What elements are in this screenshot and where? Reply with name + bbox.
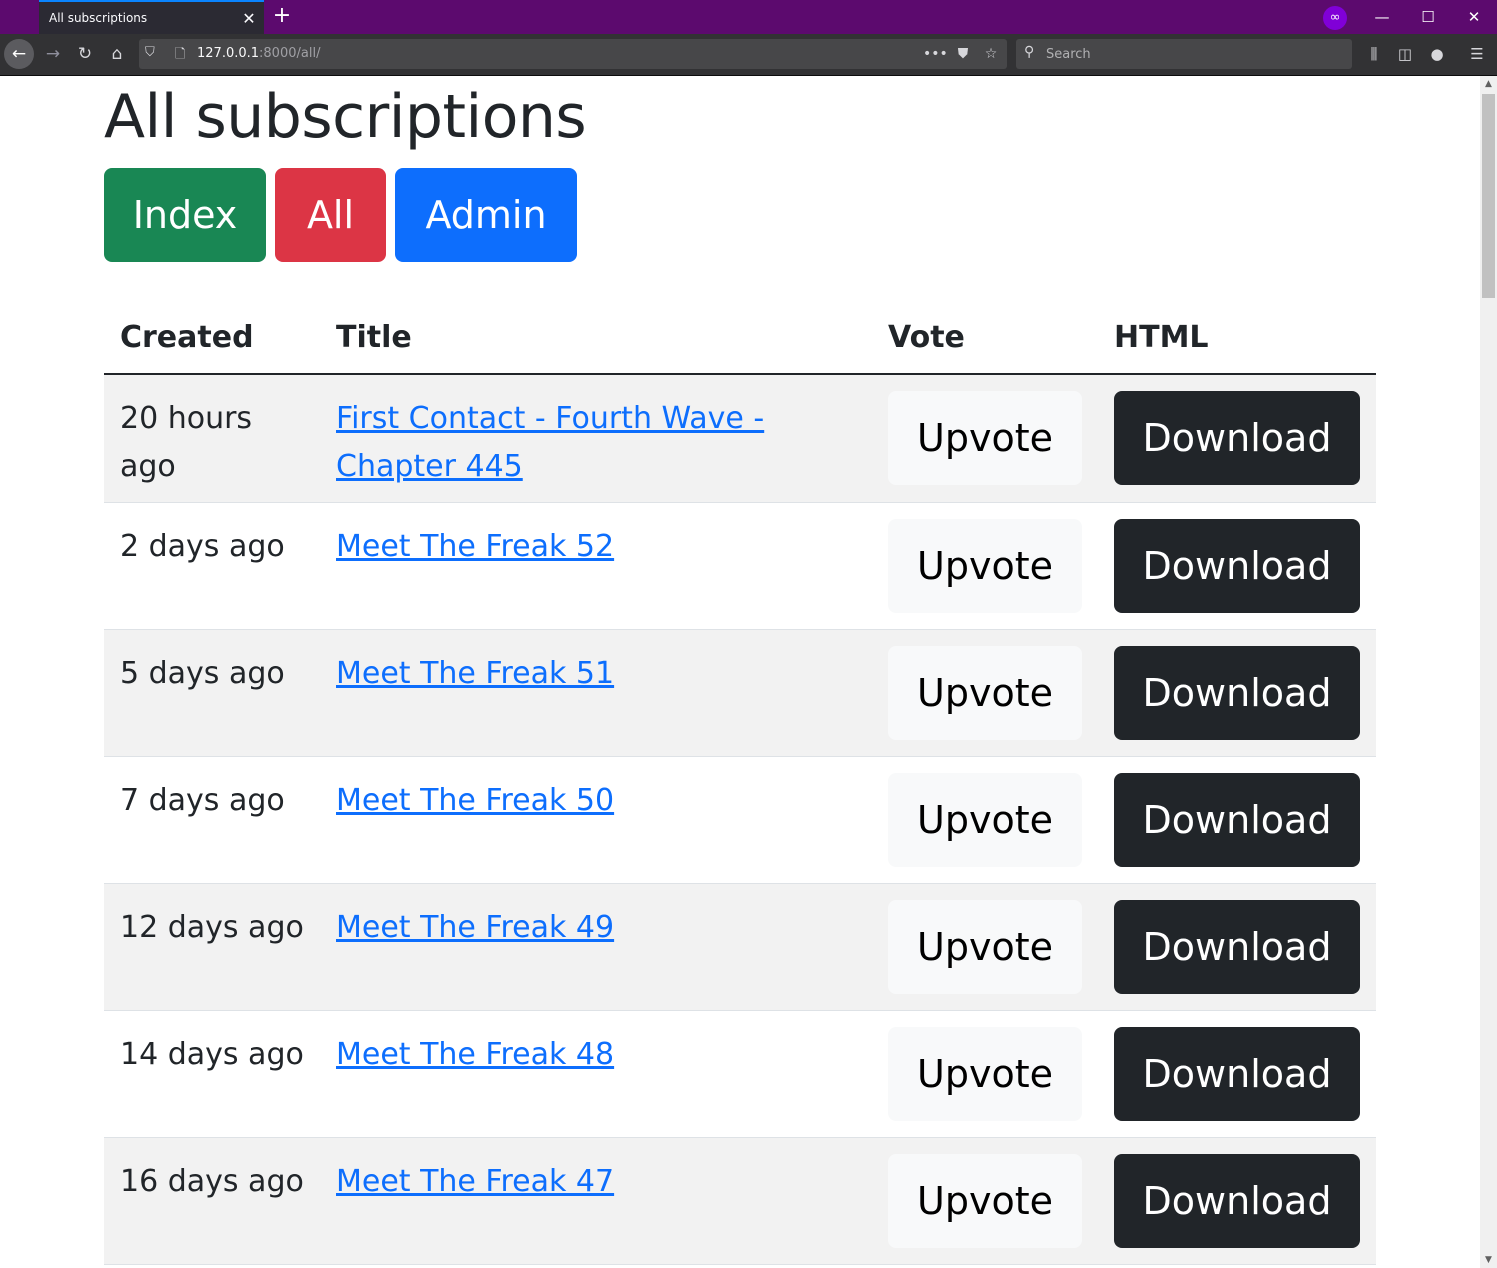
- scroll-down-arrow-icon[interactable]: ▼: [1480, 1252, 1497, 1268]
- title-cell: First Contact - Fourth Wave - Chapter 44…: [320, 374, 872, 502]
- column-header-vote: Vote: [872, 302, 1098, 375]
- window-close-button[interactable]: ✕: [1461, 4, 1487, 30]
- download-button[interactable]: Download: [1114, 1153, 1360, 1248]
- upvote-button[interactable]: Upvote: [888, 645, 1082, 740]
- back-arrow-icon[interactable]: ←: [4, 39, 34, 69]
- upvote-button[interactable]: Upvote: [888, 772, 1082, 867]
- vote-cell: Upvote: [872, 756, 1098, 883]
- tracking-shield-icon[interactable]: ⛉: [145, 45, 155, 60]
- column-header-html: HTML: [1098, 302, 1376, 375]
- subscription-title-link[interactable]: Meet The Freak 47: [336, 1164, 614, 1199]
- column-header-title: Title: [320, 302, 872, 375]
- sidebar-icon[interactable]: ◫: [1391, 40, 1419, 68]
- forward-arrow-icon[interactable]: →: [38, 39, 68, 69]
- reload-icon[interactable]: ↻: [70, 39, 100, 69]
- title-cell: Meet The Freak 49: [320, 883, 872, 1010]
- download-button[interactable]: Download: [1114, 899, 1360, 994]
- search-icon: ⚲: [1024, 44, 1035, 60]
- title-cell: Meet The Freak 50: [320, 756, 872, 883]
- tab-bar: All subscriptions ✕ + ∞ — ☐ ✕: [0, 0, 1497, 34]
- tab-close-icon[interactable]: ✕: [234, 9, 264, 28]
- created-cell: 12 days ago: [120, 909, 304, 945]
- index-button[interactable]: Index: [104, 168, 266, 262]
- created-cell: 2 days ago: [120, 528, 285, 564]
- subscription-title-link[interactable]: Meet The Freak 51: [336, 656, 614, 691]
- search-input[interactable]: [1046, 44, 1336, 64]
- html-cell: Download: [1098, 883, 1376, 1010]
- subscriptions-table: Created Title Vote HTML 20 hours ago Fir…: [104, 302, 1376, 1265]
- download-button[interactable]: Download: [1114, 645, 1360, 740]
- vote-cell: Upvote: [872, 629, 1098, 756]
- html-cell: Download: [1098, 756, 1376, 883]
- account-icon[interactable]: ●: [1423, 40, 1451, 68]
- search-bar[interactable]: ⚲: [1016, 39, 1352, 69]
- active-tab[interactable]: All subscriptions ✕: [39, 0, 264, 34]
- table-header-row: Created Title Vote HTML: [104, 302, 1376, 375]
- created-cell: 20 hours ago: [120, 401, 253, 484]
- download-button[interactable]: Download: [1114, 1026, 1360, 1121]
- pocket-icon[interactable]: ⛊: [952, 44, 974, 64]
- window-minimize-button[interactable]: —: [1369, 4, 1395, 30]
- table-row: 12 days ago Meet The Freak 49 Upvote Dow…: [104, 883, 1376, 1010]
- home-icon[interactable]: ⌂: [102, 39, 132, 69]
- vote-cell: Upvote: [872, 1010, 1098, 1137]
- vote-cell: Upvote: [872, 502, 1098, 629]
- vote-cell: Upvote: [872, 883, 1098, 1010]
- subscription-title-link[interactable]: Meet The Freak 48: [336, 1037, 614, 1072]
- subscription-title-link[interactable]: Meet The Freak 49: [336, 910, 614, 945]
- created-cell: 7 days ago: [120, 782, 285, 818]
- download-button[interactable]: Download: [1114, 391, 1360, 485]
- url-text[interactable]: 127.0.0.1:8000/all/: [197, 46, 320, 61]
- table-row: 20 hours ago First Contact - Fourth Wave…: [104, 374, 1376, 502]
- created-cell: 14 days ago: [120, 1036, 304, 1072]
- tab-title: All subscriptions: [49, 11, 148, 25]
- subscription-title-link[interactable]: Meet The Freak 50: [336, 783, 614, 818]
- html-cell: Download: [1098, 1137, 1376, 1264]
- created-cell: 16 days ago: [120, 1163, 304, 1199]
- vote-cell: Upvote: [872, 374, 1098, 502]
- url-bar[interactable]: ⛉ 🗋 127.0.0.1:8000/all/ ••• ⛊ ☆: [139, 39, 1007, 69]
- page-info-icon[interactable]: 🗋: [175, 45, 185, 67]
- upvote-button[interactable]: Upvote: [888, 1153, 1082, 1248]
- html-cell: Download: [1098, 374, 1376, 502]
- created-cell: 5 days ago: [120, 655, 285, 691]
- page-title: All subscriptions: [104, 82, 587, 152]
- window-maximize-button[interactable]: ☐: [1415, 4, 1441, 30]
- download-button[interactable]: Download: [1114, 518, 1360, 613]
- table-row: 14 days ago Meet The Freak 48 Upvote Dow…: [104, 1010, 1376, 1137]
- table-row: 2 days ago Meet The Freak 52 Upvote Down…: [104, 502, 1376, 629]
- subscription-title-link[interactable]: First Contact - Fourth Wave - Chapter 44…: [336, 401, 764, 484]
- vote-cell: Upvote: [872, 1137, 1098, 1264]
- html-cell: Download: [1098, 502, 1376, 629]
- upvote-button[interactable]: Upvote: [888, 899, 1082, 994]
- library-icon[interactable]: ⫼: [1360, 40, 1388, 68]
- title-cell: Meet The Freak 48: [320, 1010, 872, 1137]
- table-row: 7 days ago Meet The Freak 50 Upvote Down…: [104, 756, 1376, 883]
- scroll-up-arrow-icon[interactable]: ▲: [1480, 76, 1497, 92]
- bookmark-star-icon[interactable]: ☆: [980, 44, 1002, 64]
- table-row: 5 days ago Meet The Freak 51 Upvote Down…: [104, 629, 1376, 756]
- upvote-button[interactable]: Upvote: [888, 518, 1082, 613]
- title-cell: Meet The Freak 52: [320, 502, 872, 629]
- html-cell: Download: [1098, 1010, 1376, 1137]
- page-actions-icon[interactable]: •••: [923, 44, 948, 64]
- vertical-scrollbar[interactable]: ▲ ▼: [1480, 76, 1497, 1268]
- navigation-toolbar: ← → ↻ ⌂ ⛉ 🗋 127.0.0.1:8000/all/ ••• ⛊ ☆ …: [0, 34, 1497, 76]
- scrollbar-thumb[interactable]: [1482, 94, 1495, 298]
- download-button[interactable]: Download: [1114, 772, 1360, 867]
- all-button[interactable]: All: [275, 168, 386, 262]
- html-cell: Download: [1098, 629, 1376, 756]
- menu-icon[interactable]: ☰: [1463, 40, 1491, 68]
- admin-button[interactable]: Admin: [395, 168, 577, 262]
- upvote-button[interactable]: Upvote: [888, 391, 1082, 485]
- private-browsing-icon: ∞: [1323, 6, 1347, 30]
- column-header-created: Created: [104, 302, 320, 375]
- upvote-button[interactable]: Upvote: [888, 1026, 1082, 1121]
- subscription-title-link[interactable]: Meet The Freak 52: [336, 529, 614, 564]
- new-tab-button[interactable]: +: [270, 4, 294, 28]
- page-viewport: All subscriptions Index All Admin Create…: [0, 76, 1480, 1268]
- title-cell: Meet The Freak 47: [320, 1137, 872, 1264]
- title-cell: Meet The Freak 51: [320, 629, 872, 756]
- table-row: 16 days ago Meet The Freak 47 Upvote Dow…: [104, 1137, 1376, 1264]
